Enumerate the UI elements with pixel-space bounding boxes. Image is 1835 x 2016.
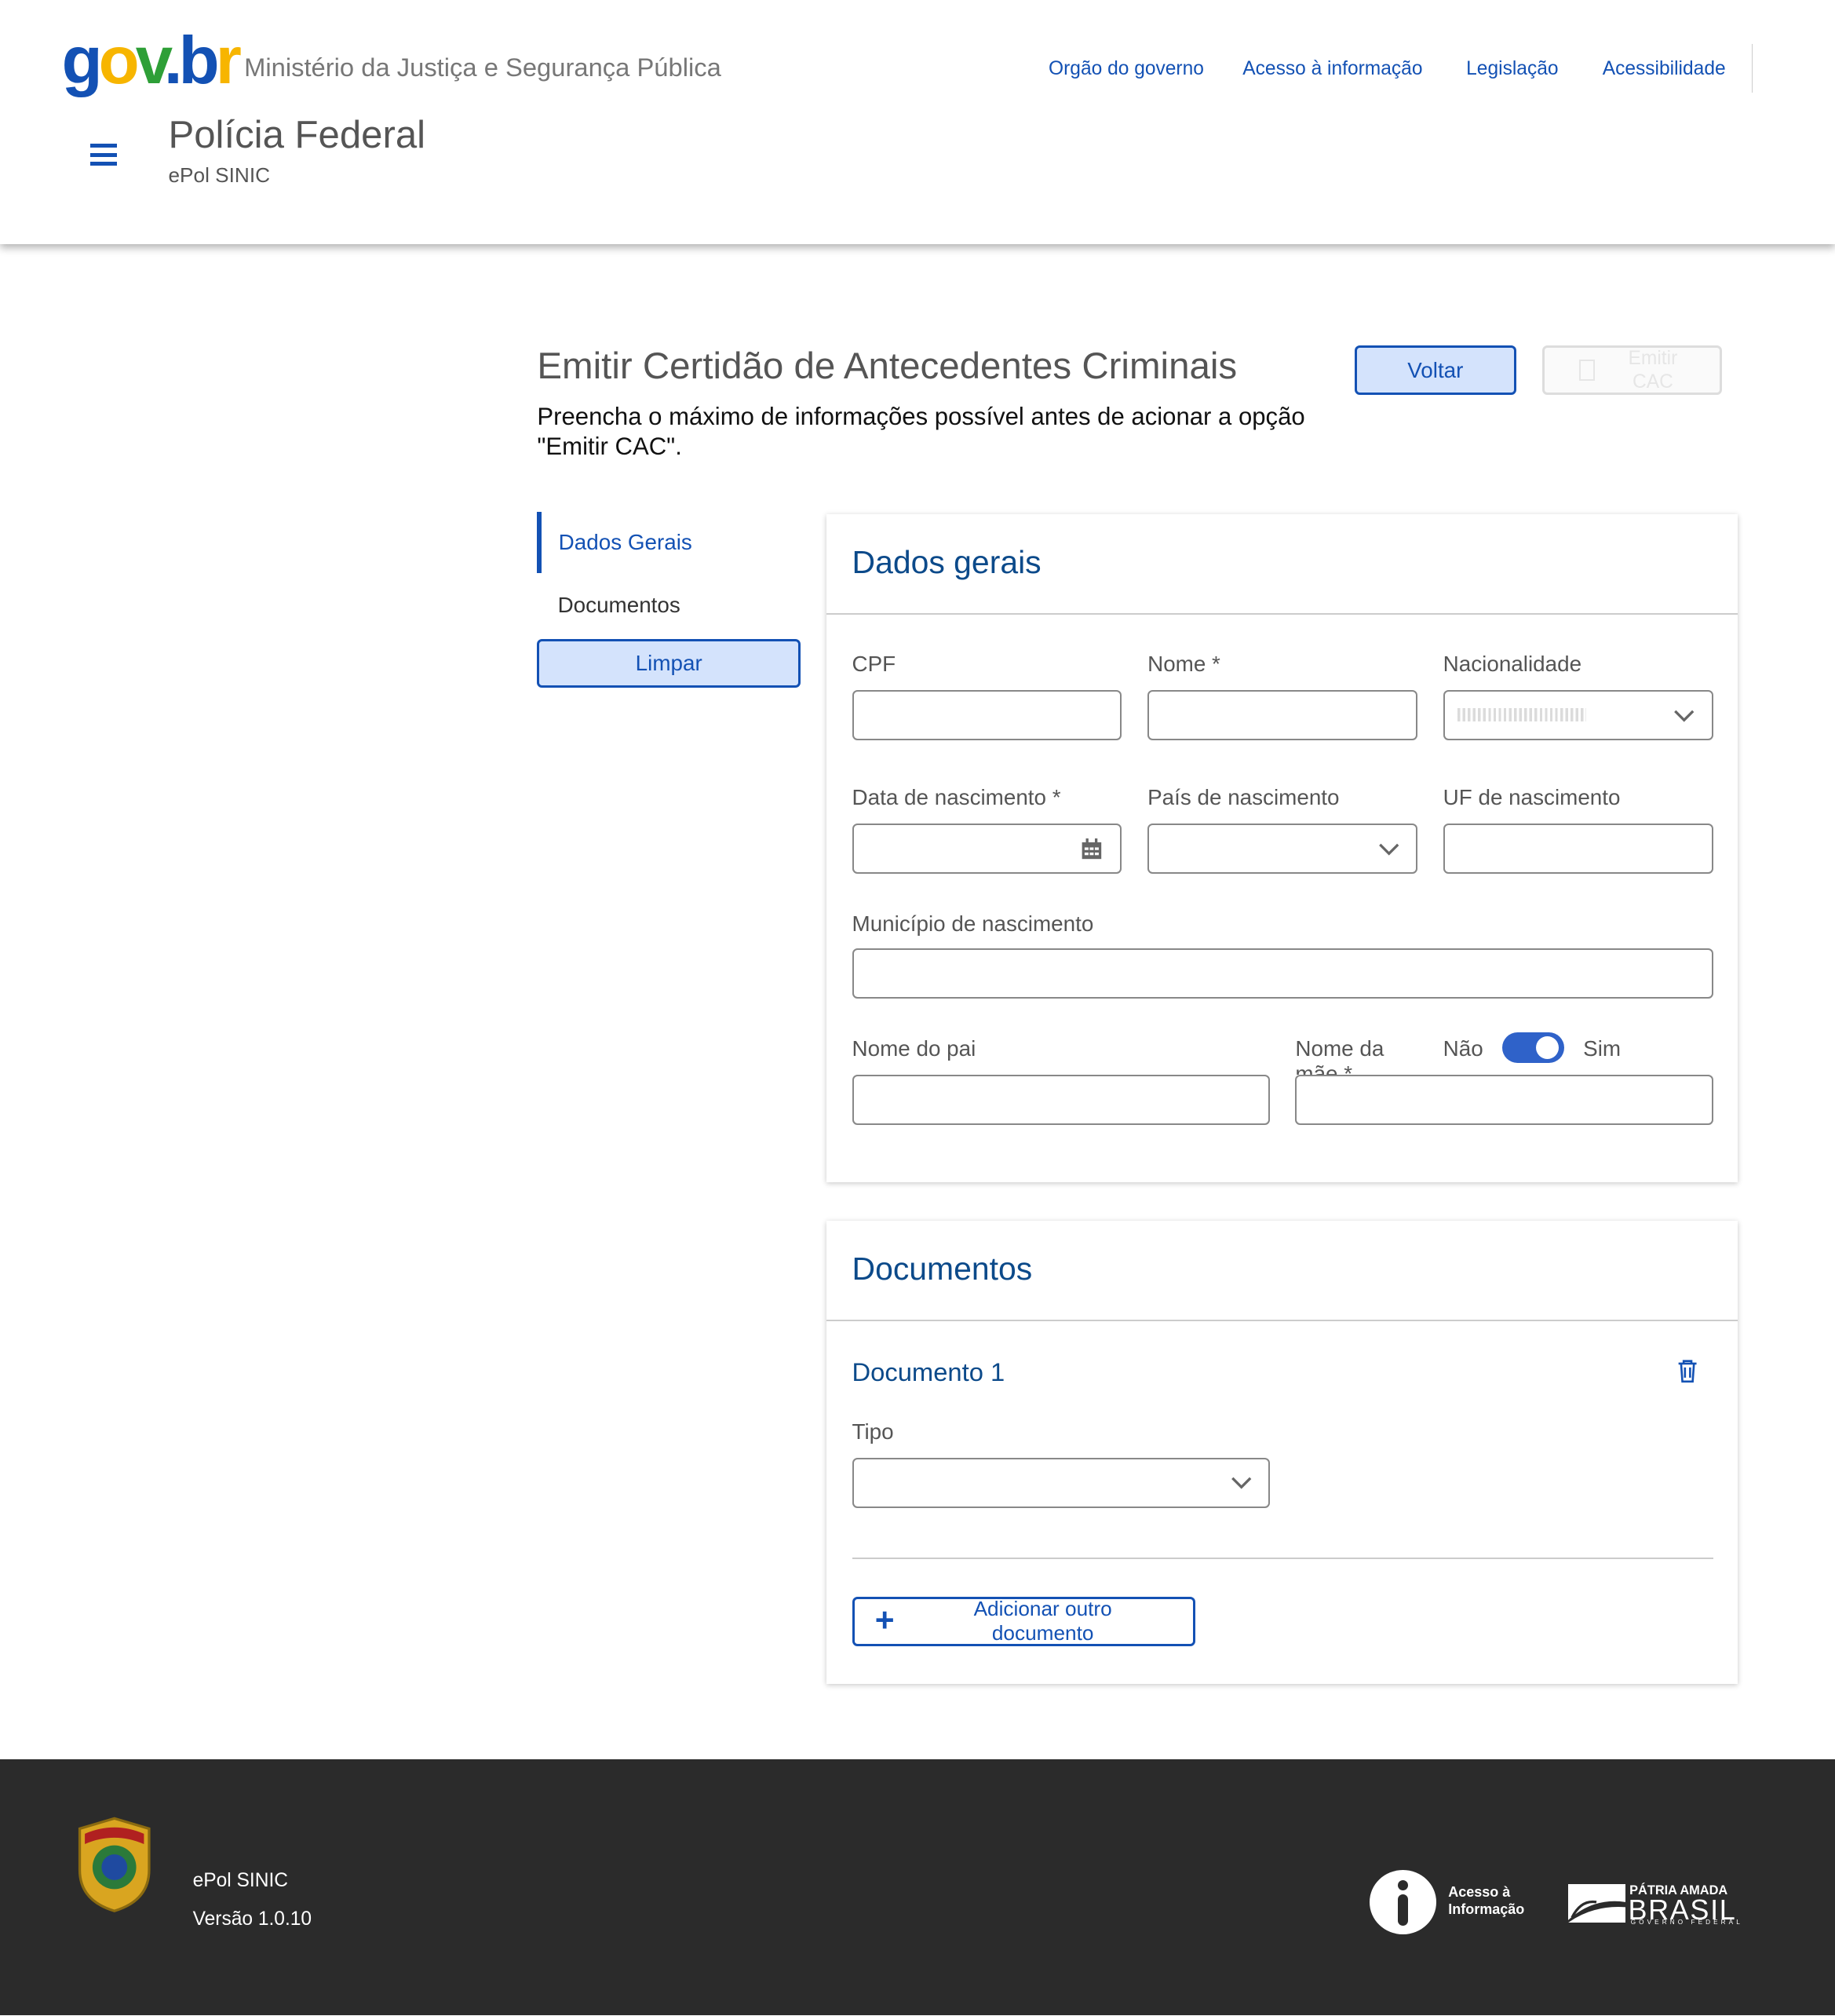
data-nascimento-label: Data de nascimento * [852,785,1061,810]
page-description: Preencha o máximo de informações possíve… [537,403,1305,461]
section-title: Dados gerais [852,543,1042,580]
nome-mae-label: Nome da mãe * [1295,1035,1384,1075]
add-document-button[interactable]: + Adicionar outro documento [852,1596,1195,1647]
nacionalidade-label: Nacionalidade [1443,652,1582,677]
toggle-knob [1535,1035,1560,1060]
sidebar-item-documentos[interactable]: Documentos [537,575,815,637]
hamburger-menu-icon[interactable] [89,144,117,170]
site-subtitle: ePol SINIC [168,163,271,187]
nome-pai-label: Nome do pai [852,1035,976,1061]
nacionalidade-select[interactable] [1443,690,1713,741]
access-info-label[interactable]: Acesso à Informação [1448,1884,1538,1918]
municipio-label: Município de nascimento [852,911,1094,936]
chevron-down-icon [1674,710,1695,722]
nav-orgao-governo[interactable]: Orgão do governo [1049,58,1204,80]
nome-mae-input[interactable] [1295,1074,1713,1125]
toggle-no-label: Não [1443,1035,1483,1061]
site-header: gov.br Ministério da Justiça e Segurança… [0,0,1835,245]
uf-nascimento-input[interactable] [1443,824,1713,875]
calendar-icon[interactable] [1081,838,1103,860]
pdf-file-icon [1578,360,1596,381]
document-title: Documento 1 [852,1357,1005,1386]
add-document-label: Adicionar outro documento [973,1597,1112,1645]
divider [826,1320,1738,1322]
chevron-down-icon [1378,843,1399,856]
uf-nascimento-label: UF de nascimento [1443,785,1621,810]
dados-gerais-card: Dados gerais CPF Nome * Nacionalidade Da… [826,513,1738,1183]
nav-legislacao[interactable]: Legislação [1466,58,1558,80]
documentos-card: Documentos Documento 1 Tipo + Adicionar … [826,1221,1738,1684]
site-title: Polícia Federal [168,114,426,157]
access-info-icon[interactable] [1370,1870,1437,1935]
divider [1751,43,1753,93]
pais-nascimento-select[interactable] [1147,824,1417,875]
loading-placeholder [1457,708,1586,721]
footer-app-name: ePol SINIC [192,1870,289,1892]
emit-cac-label: Emitir CAC [1628,348,1678,393]
nome-pai-input[interactable] [852,1074,1270,1125]
policia-federal-badge-icon [78,1817,151,1913]
section-title: Documentos [852,1251,1033,1287]
site-footer: ePol SINIC Versão 1.0.10 Acesso à Inform… [0,1759,1835,2016]
divider [852,1558,1713,1560]
tipo-select[interactable] [852,1457,1270,1508]
mae-toggle-switch[interactable] [1502,1032,1564,1064]
sidebar-item-dados-gerais[interactable]: Dados Gerais [537,511,815,574]
brand-bottom: GOVERNO FEDERAL [1630,1919,1743,1927]
clear-button[interactable]: Limpar [537,638,801,688]
municipio-input[interactable] [852,948,1713,999]
chevron-down-icon [1231,1477,1251,1490]
page-title: Emitir Certidão de Antecedentes Criminai… [537,345,1238,387]
nome-label: Nome * [1147,652,1220,677]
divider [826,612,1738,615]
back-button[interactable]: Voltar [1354,345,1516,395]
emit-cac-button[interactable]: Emitir CAC [1541,345,1722,395]
tipo-label: Tipo [852,1419,894,1444]
brasil-logo-mark [1567,1884,1626,1923]
data-nascimento-input[interactable] [852,824,1122,875]
nav-acessibilidade[interactable]: Acessibilidade [1603,58,1726,80]
cpf-label: CPF [852,652,896,677]
nav-acesso-informacao[interactable]: Acesso à informação [1242,58,1422,80]
toggle-yes-label: Sim [1583,1035,1622,1061]
footer-version: Versão 1.0.10 [192,1908,312,1930]
trash-icon[interactable] [1677,1360,1698,1383]
govbr-logo[interactable]: gov.br [62,23,242,100]
pais-nascimento-label: País de nascimento [1147,785,1340,810]
cpf-input[interactable] [852,690,1122,741]
plus-icon: + [874,1601,895,1639]
nome-input[interactable] [1147,690,1417,741]
ministry-name: Ministério da Justiça e Segurança Públic… [244,53,721,82]
